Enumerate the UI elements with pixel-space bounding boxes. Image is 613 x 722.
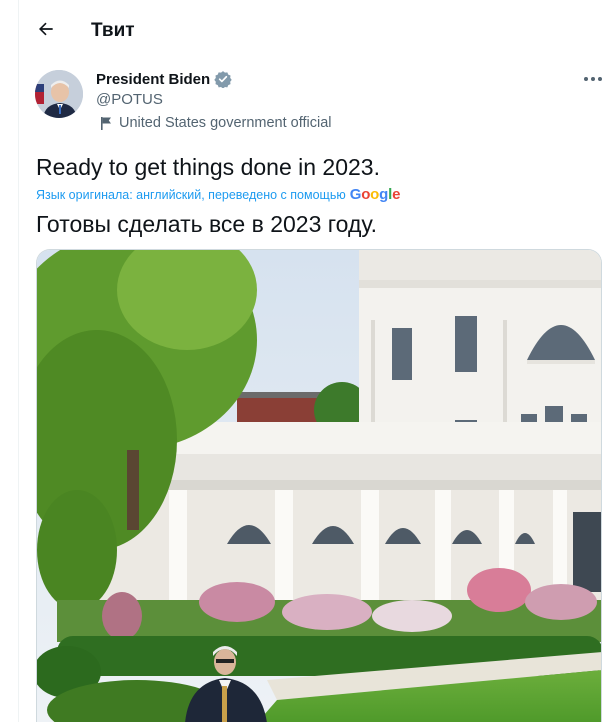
author-handle[interactable]: @POTUS <box>96 91 163 108</box>
government-label: United States government official <box>99 115 332 131</box>
tweet-column: Твит President Biden @POTUS United State… <box>18 0 613 722</box>
translation-note[interactable]: Язык оригинала: английский, переведено с… <box>36 186 400 203</box>
government-label-text: United States government official <box>119 115 332 131</box>
verified-badge-icon <box>214 70 232 88</box>
more-options-button[interactable] <box>579 68 607 90</box>
tweet-text: Ready to get things done in 2023. <box>36 154 380 180</box>
author-avatar[interactable] <box>35 70 83 118</box>
flag-icon <box>101 116 111 130</box>
translation-note-text: Язык оригинала: английский, переведено с… <box>36 188 346 202</box>
page-header: Твит <box>19 0 613 62</box>
google-logo: Google <box>349 186 401 203</box>
translated-text: Готовы сделать все в 2023 году. <box>36 211 377 237</box>
author-display-name[interactable]: President Biden <box>96 71 210 88</box>
arrow-left-icon <box>39 22 53 36</box>
back-button[interactable] <box>31 14 61 44</box>
page-title: Твит <box>91 20 135 41</box>
more-dots-icon <box>584 77 602 81</box>
author-name-row: President Biden <box>96 70 232 88</box>
tweet-photo[interactable] <box>36 249 602 722</box>
